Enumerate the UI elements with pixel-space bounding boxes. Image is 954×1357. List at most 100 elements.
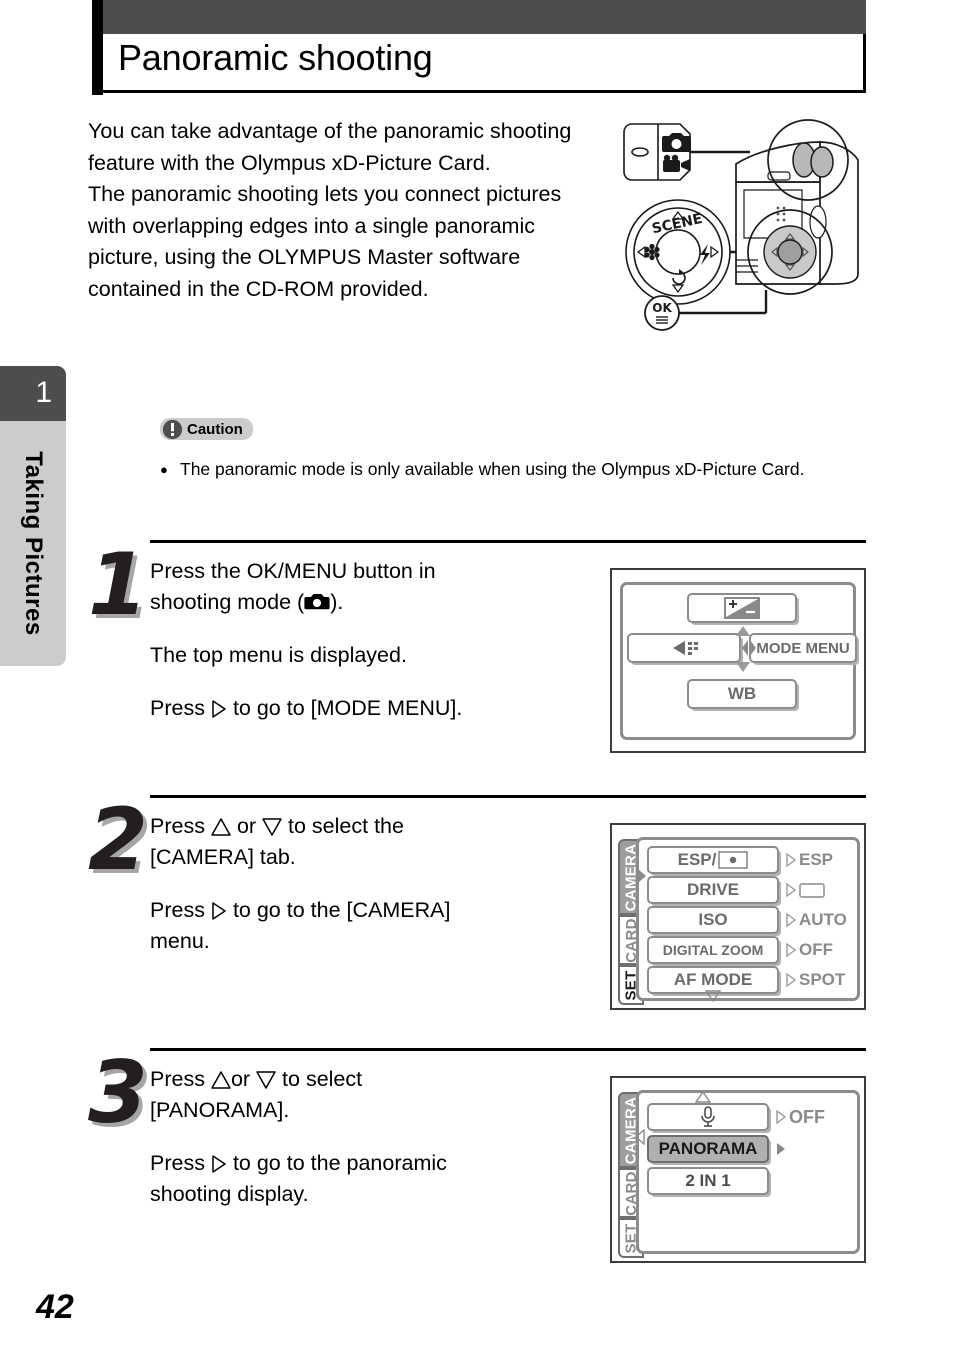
step-2-line-3: Press to go to the [CAMERA]: [150, 895, 610, 926]
triangle-right-icon: [786, 973, 797, 987]
caution-badge: Caution: [160, 418, 253, 440]
menu-value-sound-record: OFF: [789, 1106, 825, 1127]
exclamation-icon: [162, 419, 183, 439]
step-2-line-4: menu.: [150, 929, 210, 953]
step-2-text-b: or: [236, 814, 257, 838]
still-camera-icon: [304, 594, 330, 610]
step-1-text-c: ).: [330, 590, 344, 614]
triangle-down-icon: [736, 662, 750, 672]
menu-item-digital-zoom[interactable]: DIGITAL ZOOM: [647, 936, 779, 964]
exposure-compensation-icon: [724, 597, 760, 619]
menu-value-digital-zoom-wrap: OFF: [785, 936, 833, 964]
camera-menu-lcd: ESP/ ESP DRIVE ISO AUTO DIGITAL ZOOM OFF…: [636, 837, 860, 1002]
selection-pointer-icon: [638, 869, 646, 883]
menu-item-esp[interactable]: ESP/: [647, 846, 779, 874]
top-menu-lcd: MODE MENU WB: [620, 582, 857, 740]
step-1-text-a: Press the OK/MENU button in: [150, 559, 436, 583]
menu-item-panorama[interactable]: PANORAMA: [647, 1135, 769, 1163]
chapter-number-box: 1: [0, 366, 66, 421]
intro-text: You can take advantage of the panoramic …: [88, 119, 572, 301]
caution-block: Caution ● The panoramic mode is only ava…: [160, 418, 866, 482]
menu-value-esp-wrap: ESP: [785, 846, 833, 874]
step-3-number: 3: [88, 1043, 148, 1143]
step-1-text: Press the OK/MENU button in shooting mod…: [150, 556, 610, 724]
svg-text:OK: OK: [652, 301, 672, 315]
header-dark-bar: [102, 0, 866, 34]
menu-item-drive[interactable]: DRIVE: [647, 876, 779, 904]
exposure-compensation-button[interactable]: [687, 593, 797, 623]
step-3-text-c: to select: [282, 1067, 363, 1091]
triangle-up-icon: [736, 626, 750, 636]
step-1-line-3: Press to go to [MODE MENU].: [150, 693, 610, 724]
triangle-right-icon: [786, 853, 797, 867]
caution-label: Caution: [187, 420, 243, 438]
intro-paragraph: You can take advantage of the panoramic …: [88, 116, 598, 305]
step-1-divider: [150, 540, 866, 543]
page-number: 42: [36, 1288, 74, 1326]
menu-item-2-in-1[interactable]: 2 IN 1: [647, 1167, 769, 1195]
mode-menu-button[interactable]: MODE MENU: [749, 633, 857, 663]
triangle-up-icon[interactable]: [695, 1091, 711, 1103]
menu-item-esp-label: ESP/: [677, 850, 717, 869]
triangle-right-icon: [786, 913, 797, 927]
step-1-line-2: shooting mode ().: [150, 587, 610, 618]
step-3-line-1: Press or to select: [150, 1064, 610, 1095]
camera-menu-page2-lcd: OFF PANORAMA 2 IN 1: [635, 1090, 860, 1254]
step-3-text: Press or to select [PANORAMA]. Press to …: [150, 1064, 610, 1210]
step-3-text-a: Press: [150, 1067, 205, 1091]
step-2-text-d: Press: [150, 898, 205, 922]
white-balance-button[interactable]: WB: [687, 679, 797, 709]
menu-value-iso-wrap: AUTO: [785, 906, 847, 934]
step-1-number: 1: [88, 535, 148, 635]
triangle-right-icon: [786, 943, 797, 957]
menu-value-sound-record-wrap: OFF: [775, 1103, 825, 1131]
triangle-up-icon: [211, 818, 231, 836]
triangle-right-icon: [786, 883, 797, 897]
selection-pointer-icon: [635, 1129, 645, 1145]
step-1-text-d: Press: [150, 696, 205, 720]
pointer-left-icon: [742, 640, 748, 656]
image-quality-button[interactable]: [627, 633, 741, 663]
step-1: 1 Press the OK/MENU button in shooting m…: [88, 540, 866, 770]
step-3-text-e: to go to the panoramic: [232, 1151, 447, 1175]
step-2-divider: [150, 795, 866, 798]
step-3-line-3: Press to go to the panoramic: [150, 1148, 610, 1179]
menu-item-iso[interactable]: ISO: [647, 906, 779, 934]
page-title: Panoramic shooting: [118, 37, 433, 78]
step-3-screen: CAMERA CARD SET OFF PANORAMA 2 IN 1: [610, 1076, 866, 1263]
triangle-right-icon: [777, 1143, 785, 1155]
triangle-right-icon: [776, 1110, 787, 1124]
triangle-right-icon: [212, 902, 226, 920]
step-2-line-2: [CAMERA] tab.: [150, 845, 296, 869]
microphone-icon: [701, 1106, 715, 1127]
triangle-down-icon[interactable]: [705, 990, 721, 1002]
step-2-text-e: to go to the [CAMERA]: [232, 898, 451, 922]
triangle-right-icon: [212, 700, 226, 718]
menu-value-digital-zoom: OFF: [799, 940, 833, 959]
step-2: 2 Press or to select the [CAMERA] tab. P…: [88, 795, 866, 1025]
menu-value-drive-wrap: [785, 876, 825, 904]
step-1-line-1: Press the OK/MENU button in: [150, 556, 610, 587]
step-2-text-a: Press: [150, 814, 205, 838]
step-1-text-e: to go to [MODE MENU].: [232, 696, 463, 720]
step-1-text-b: shooting mode (: [150, 590, 305, 614]
step-1-note: The top menu is displayed.: [150, 643, 407, 667]
manual-page: Panoramic shooting 1 Taking Pictures You…: [0, 0, 954, 1357]
caution-text: The panoramic mode is only available whe…: [180, 458, 805, 479]
step-3-text-d: Press: [150, 1151, 205, 1175]
menu-item-sound-record[interactable]: [647, 1103, 769, 1131]
chapter-name: Taking Pictures: [20, 451, 47, 636]
menu-value-iso: AUTO: [799, 910, 847, 929]
triangle-right-icon: [212, 1155, 226, 1173]
page-title-box: Panoramic shooting: [102, 34, 866, 93]
camera-illustration: SCENE OK: [623, 119, 859, 331]
step-1-screen: MODE MENU WB: [610, 568, 866, 753]
step-2-screen: CAMERA CARD SET ESP/ ESP DRIVE ISO AUTO …: [610, 823, 866, 1010]
header-black-accent-bar: [92, 0, 103, 95]
spot-metering-icon: [718, 851, 749, 869]
menu-value-af-mode: SPOT: [799, 970, 846, 989]
pointer-right-icon: [750, 640, 756, 656]
step-3-line-4: shooting display.: [150, 1182, 309, 1206]
step-2-text-c: to select the: [288, 814, 404, 838]
chapter-tab: 1 Taking Pictures: [0, 366, 66, 666]
